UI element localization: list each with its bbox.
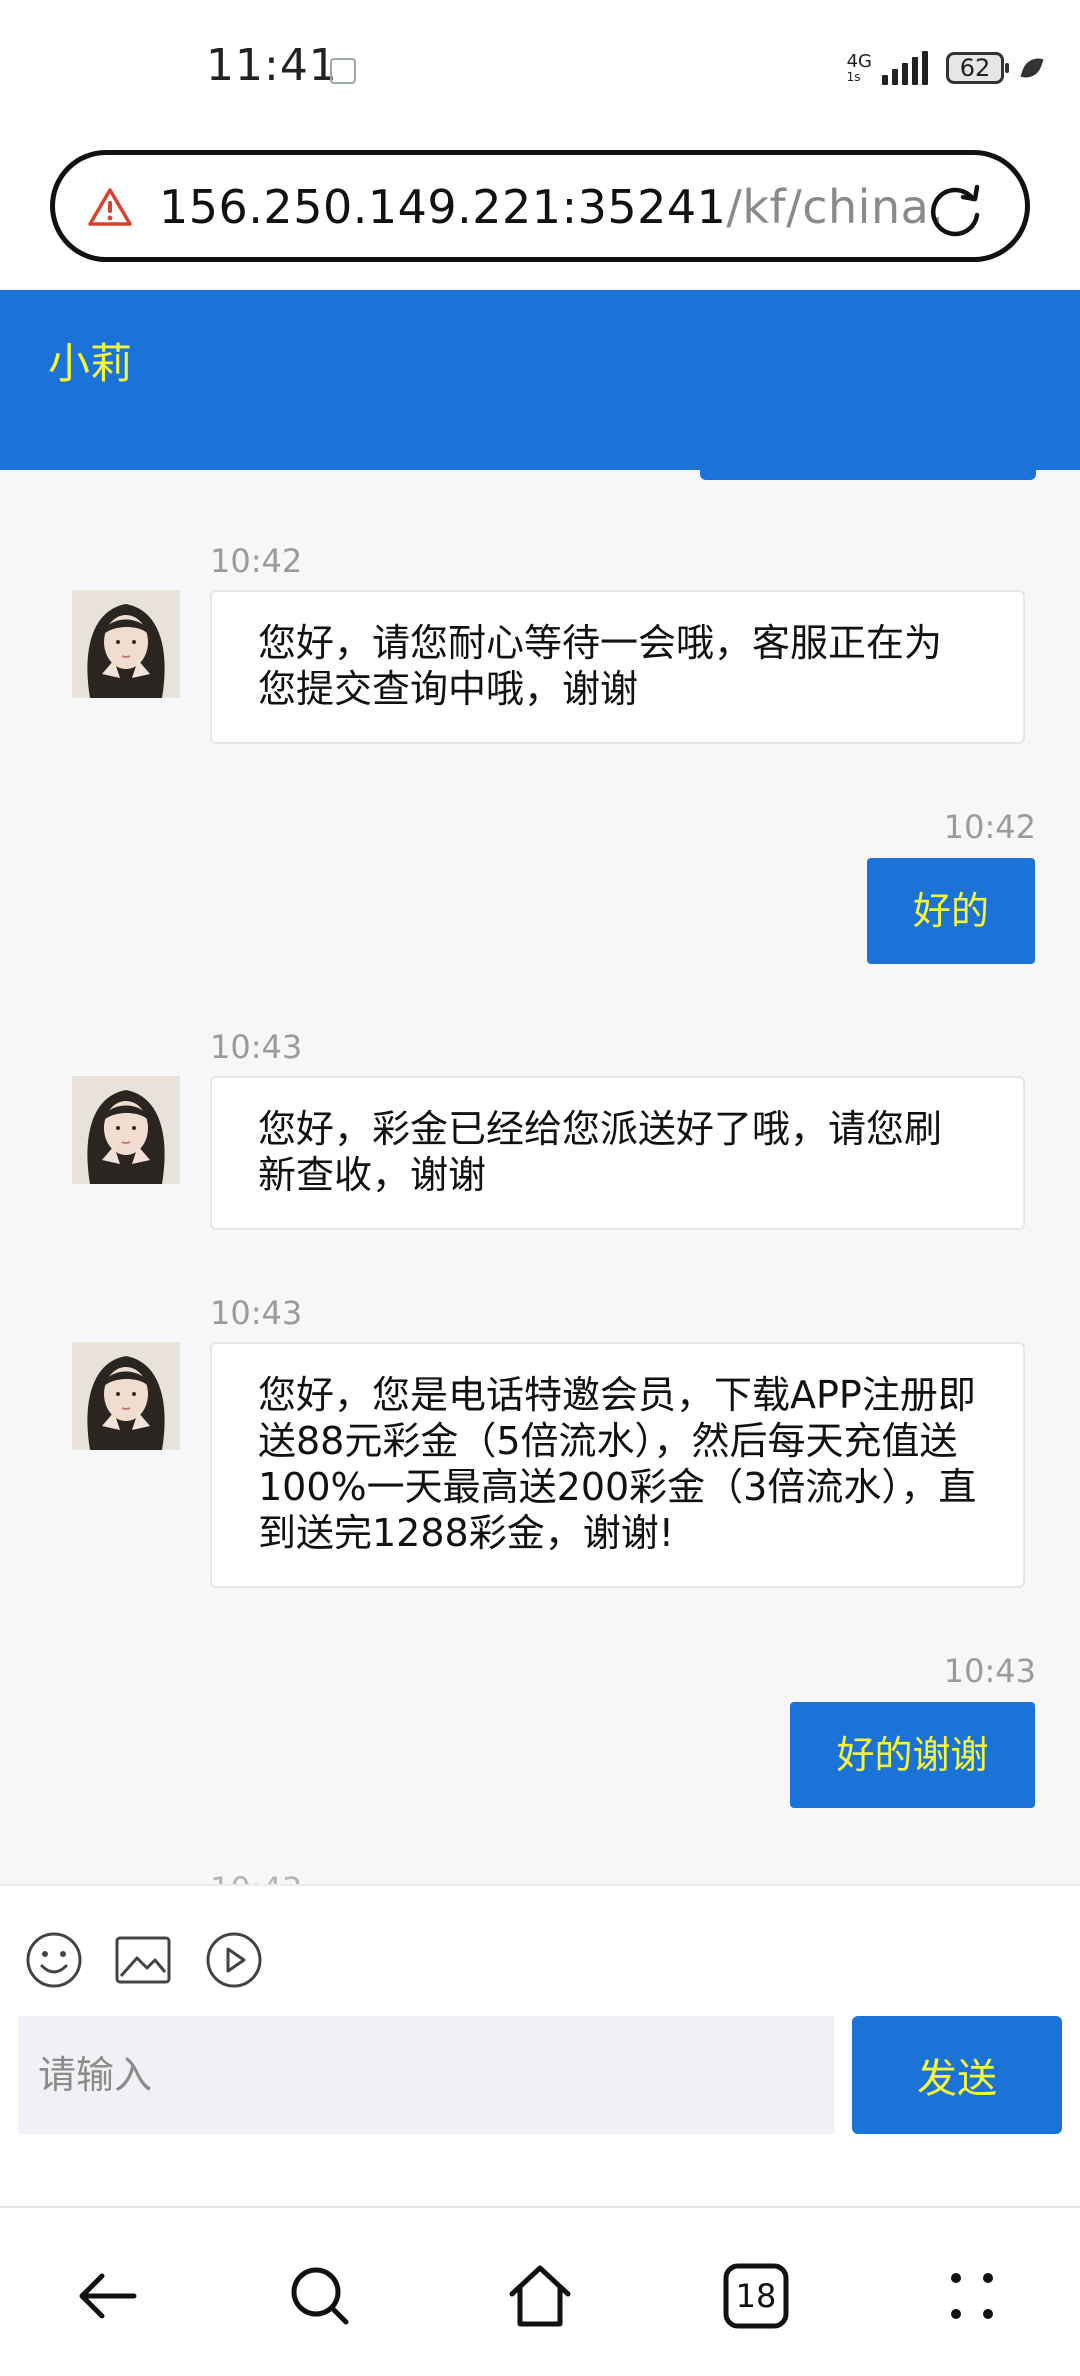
status-bar: 11:41 4G 1s 62 [0, 0, 1080, 130]
home-icon [509, 2265, 571, 2327]
message-bubble[interactable]: 您好，彩金已经给您派送好了哦，请您刷新查收，谢谢 [210, 1076, 1025, 1230]
status-indicators: 4G 1s 62 [846, 48, 1044, 88]
home-button[interactable] [504, 2260, 576, 2332]
image-icon[interactable] [113, 1930, 173, 1990]
search-icon [291, 2267, 349, 2325]
message-timestamp: 10:43 [210, 1870, 302, 1884]
message-timestamp: 10:43 [943, 1652, 1036, 1690]
url-host: 156.250.149.221:35241 [159, 180, 727, 234]
agent-avatar[interactable] [72, 1076, 180, 1184]
url-bar[interactable]: 156.250.149.221:35241/kf/china.h [50, 150, 1030, 262]
send-button[interactable]: 发送 [852, 2016, 1062, 2134]
message-timestamp: 10:43 [210, 1028, 303, 1066]
message-timestamp: 10:42 [943, 808, 1036, 846]
back-button[interactable] [72, 2260, 144, 2332]
input-area: 发送 [0, 1884, 1080, 2206]
video-icon[interactable] [204, 1930, 264, 1990]
reload-icon[interactable] [927, 181, 985, 239]
notification-icon [330, 58, 356, 84]
search-button[interactable] [284, 2260, 356, 2332]
message-bubble[interactable]: 您好，您是电话特邀会员，下载APP注册即送88元彩金（5倍流水），然后每天充值送… [210, 1342, 1025, 1588]
previous-message-bubble [700, 470, 1036, 480]
signal-icon [882, 51, 928, 85]
message-bubble[interactable]: 好的谢谢 [790, 1702, 1035, 1808]
agent-avatar[interactable] [72, 590, 180, 698]
url-text[interactable]: 156.250.149.221:35241/kf/china.h [159, 177, 939, 237]
network-type-label: 4G [846, 51, 872, 72]
tabs-button[interactable]: 18 [720, 2260, 792, 2332]
chat-header: 小莉 [0, 290, 1080, 470]
browser-bottom-nav: 18 [0, 2206, 1080, 2376]
message-timestamp: 10:43 [210, 1294, 303, 1332]
status-time: 11:41 [206, 40, 338, 91]
warning-icon[interactable] [87, 187, 133, 227]
more-button[interactable] [936, 2260, 1008, 2332]
network-type: 4G 1s [846, 51, 872, 84]
more-icon [951, 2273, 993, 2319]
chat-messages[interactable]: 10:42 您好，请您耐心等待一会哦，客服正在为您提交查询中哦，谢谢 10:42… [0, 470, 1080, 1884]
back-icon [79, 2273, 137, 2319]
agent-avatar[interactable] [72, 1342, 180, 1450]
url-path: /kf/china.h [726, 180, 939, 234]
chat-title: 小莉 [48, 339, 133, 388]
message-bubble[interactable]: 您好，请您耐心等待一会哦，客服正在为您提交查询中哦，谢谢 [210, 590, 1025, 744]
leaf-icon [1020, 53, 1044, 83]
message-timestamp: 10:42 [210, 542, 303, 580]
tabs-count: 18 [735, 2277, 777, 2315]
message-bubble[interactable]: 好的 [867, 858, 1035, 964]
battery-icon: 62 [946, 52, 1009, 84]
emoji-icon[interactable] [24, 1930, 84, 1990]
network-sub-label: 1s [846, 70, 861, 84]
message-input[interactable] [18, 2016, 834, 2134]
